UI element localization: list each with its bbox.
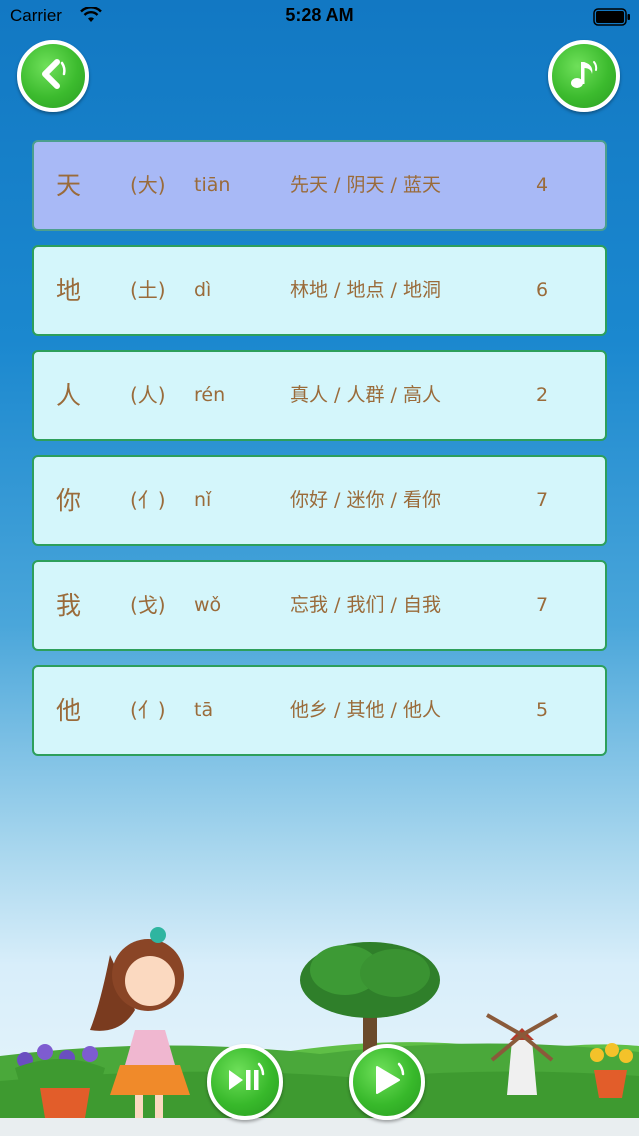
play-button[interactable] — [349, 1044, 425, 1120]
example-words: 他乡 / 其他 / 他人 — [290, 699, 441, 721]
scenery-illustration — [0, 880, 639, 1136]
flower-pot-illustration — [590, 1043, 633, 1098]
example-words: 林地 / 地点 / 地洞 — [290, 279, 441, 301]
word-row-di[interactable]: 地 (土) dì 林地 / 地点 / 地洞 6 — [32, 245, 607, 336]
word-row-ni[interactable]: 你 (亻) nǐ 你好 / 迷你 / 看你 7 — [32, 455, 607, 546]
back-arrow-icon — [33, 54, 73, 98]
character: 地 — [56, 276, 82, 305]
battery-icon — [593, 8, 631, 30]
play-pause-icon — [223, 1060, 267, 1104]
music-note-icon — [564, 54, 604, 98]
stroke-count: 4 — [536, 174, 549, 196]
example-words: 先天 / 阴天 / 蓝天 — [290, 174, 441, 196]
radical: (戈) — [130, 593, 166, 617]
radical: (土) — [130, 278, 166, 302]
play-icon — [365, 1060, 409, 1104]
pinyin: tiān — [194, 174, 231, 196]
pinyin: dì — [194, 279, 212, 301]
stroke-count: 5 — [536, 699, 549, 721]
clock: 5:28 AM — [285, 5, 354, 25]
play-pause-button[interactable] — [207, 1044, 283, 1120]
word-list: 天 (大) tiān 先天 / 阴天 / 蓝天 4 地 (土) dì 林地 / … — [32, 140, 607, 770]
radical: (亻) — [130, 698, 166, 722]
example-words: 忘我 / 我们 / 自我 — [290, 594, 441, 616]
character: 你 — [56, 486, 82, 515]
pinyin: nǐ — [194, 489, 212, 511]
stroke-count: 7 — [536, 594, 549, 616]
pinyin: tā — [194, 699, 214, 721]
status-bar: Carrier 5:28 AM — [0, 0, 639, 34]
character: 天 — [56, 171, 82, 200]
stroke-count: 6 — [536, 279, 549, 301]
stroke-count: 2 — [536, 384, 549, 406]
bottom-strip — [0, 1118, 639, 1136]
word-row-ta[interactable]: 他 (亻) tā 他乡 / 其他 / 他人 5 — [32, 665, 607, 756]
character: 他 — [56, 696, 82, 725]
pinyin: rén — [194, 384, 226, 406]
stroke-count: 7 — [536, 489, 549, 511]
example-words: 真人 / 人群 / 高人 — [290, 384, 441, 406]
flower-pot-illustration — [15, 1044, 105, 1118]
character: 人 — [56, 381, 82, 410]
radical: (亻) — [130, 488, 166, 512]
back-button[interactable] — [17, 40, 89, 112]
windmill-illustration — [486, 1013, 558, 1095]
radical: (大) — [130, 173, 166, 197]
word-row-tian[interactable]: 天 (大) tiān 先天 / 阴天 / 蓝天 4 — [32, 140, 607, 231]
character: 我 — [56, 591, 82, 620]
word-row-wo[interactable]: 我 (戈) wǒ 忘我 / 我们 / 自我 7 — [32, 560, 607, 651]
radical: (人) — [130, 383, 166, 407]
word-row-ren[interactable]: 人 (人) rén 真人 / 人群 / 高人 2 — [32, 350, 607, 441]
music-button[interactable] — [548, 40, 620, 112]
example-words: 你好 / 迷你 / 看你 — [290, 489, 441, 511]
pinyin: wǒ — [194, 594, 222, 616]
